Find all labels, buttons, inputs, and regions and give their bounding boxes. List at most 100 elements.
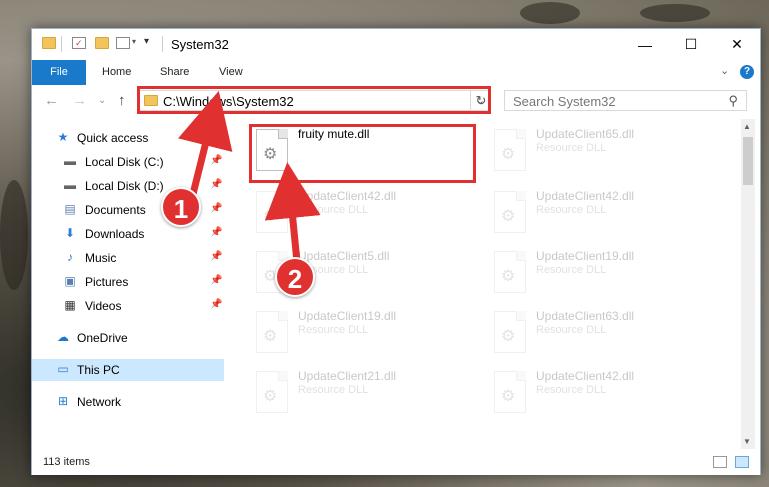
- back-arrow-icon[interactable]: ←: [44, 92, 59, 109]
- address-highlight-box: [137, 86, 491, 114]
- search-icon[interactable]: ⚲: [728, 93, 738, 109]
- file-item[interactable]: ⚙ UpdateClient63.dll Resource DLL: [488, 307, 718, 361]
- file-name: UpdateClient65.dll: [536, 127, 635, 141]
- dll-file-icon: ⚙: [256, 311, 288, 353]
- sidebar-item-label: Network: [77, 395, 122, 409]
- file-item[interactable]: ⚙ UpdateClient19.dll Resource DLL: [250, 307, 480, 361]
- sidebar-item-label: Videos: [85, 299, 122, 313]
- file-type: Resource DLL: [536, 324, 607, 336]
- status-bar: 113 items: [32, 449, 760, 475]
- sidebar-item-this-pc[interactable]: ▭ This PC: [32, 359, 224, 381]
- search-placeholder: Search System32: [513, 94, 616, 109]
- window-title: System32: [171, 37, 229, 52]
- navigation-pane: ★ Quick access ▬ Local Disk (C:) 📌 ▬ Loc…: [32, 119, 228, 449]
- sidebar-item-music[interactable]: ♪ Music 📌: [32, 247, 224, 269]
- dll-file-icon: ⚙: [256, 371, 288, 413]
- sidebar-item-label: OneDrive: [77, 331, 128, 345]
- music-note-icon: ♪: [67, 250, 73, 264]
- background-spot: [640, 4, 710, 22]
- file-name: UpdateClient21.dll: [298, 369, 397, 383]
- search-input[interactable]: Search System32 ⚲: [504, 90, 747, 111]
- file-item[interactable]: ⚙ UpdateClient21.dll Resource DLL: [250, 367, 480, 421]
- tab-view[interactable]: View: [215, 60, 247, 85]
- forward-arrow-icon[interactable]: →: [72, 92, 87, 109]
- sidebar-item-onedrive[interactable]: ☁ OneDrive: [32, 327, 224, 349]
- sidebar-item-network[interactable]: ⊞ Network: [32, 391, 224, 413]
- sidebar-item-downloads[interactable]: ⬇ Downloads 📌: [32, 223, 224, 245]
- pin-icon[interactable]: 📌: [210, 155, 222, 166]
- divider: [61, 36, 62, 52]
- dll-file-icon: ⚙: [494, 371, 526, 413]
- pin-icon[interactable]: 📌: [210, 227, 222, 238]
- tab-file[interactable]: File: [32, 60, 86, 85]
- sidebar-item-pictures[interactable]: ▣ Pictures 📌: [32, 271, 224, 293]
- sidebar-item-label: This PC: [77, 363, 120, 377]
- sidebar-item-quick-access[interactable]: ★ Quick access: [32, 127, 224, 149]
- dll-file-icon: ⚙: [494, 311, 526, 353]
- file-type: Resource DLL: [536, 142, 607, 154]
- sidebar-item-label: Quick access: [77, 131, 149, 145]
- dll-file-icon: ⚙: [494, 129, 526, 171]
- close-button[interactable]: ✕: [714, 29, 760, 60]
- file-type: Resource DLL: [536, 204, 607, 216]
- maximize-button[interactable]: ☐: [668, 29, 714, 60]
- sidebar-item-label: Local Disk (D:): [85, 179, 164, 193]
- chevron-down-icon[interactable]: ▾: [132, 37, 136, 46]
- file-type: Resource DLL: [298, 204, 369, 216]
- step-badge-2: 2: [275, 257, 315, 297]
- pin-icon[interactable]: 📌: [210, 203, 222, 214]
- customize-toolbar-icon[interactable]: [116, 37, 130, 49]
- pin-icon[interactable]: 📌: [210, 299, 222, 310]
- file-highlight-box: [249, 124, 476, 183]
- details-view-icon[interactable]: [713, 456, 727, 468]
- file-item[interactable]: ⚙ UpdateClient19.dll Resource DLL: [488, 247, 718, 301]
- divider: [162, 36, 163, 52]
- sidebar-item-videos[interactable]: ▦ Videos 📌: [32, 295, 224, 317]
- star-icon: ★: [57, 130, 69, 144]
- file-item[interactable]: ⚙ UpdateClient42.dll Resource DLL: [488, 367, 718, 421]
- file-name: UpdateClient19.dll: [536, 249, 635, 263]
- download-arrow-icon: ⬇: [64, 226, 76, 240]
- expand-ribbon-icon[interactable]: ⌄: [720, 64, 729, 77]
- file-name: UpdateClient42.dll: [536, 189, 635, 203]
- dropdown-arrow-icon[interactable]: ▾: [144, 36, 149, 47]
- dll-file-icon: ⚙: [494, 251, 526, 293]
- up-arrow-icon[interactable]: ↑: [118, 92, 126, 109]
- file-name: UpdateClient63.dll: [536, 309, 635, 323]
- tab-home[interactable]: Home: [98, 60, 135, 85]
- file-type: Resource DLL: [536, 384, 607, 396]
- scroll-up-icon[interactable]: ▲: [743, 122, 751, 131]
- file-name: UpdateClient19.dll: [298, 309, 397, 323]
- pin-icon[interactable]: 📌: [210, 251, 222, 262]
- new-folder-icon[interactable]: [95, 37, 109, 49]
- drive-icon: ▬: [64, 154, 76, 168]
- computer-icon: ▭: [57, 362, 69, 376]
- film-icon: ▦: [64, 298, 76, 312]
- recent-locations-icon[interactable]: ⌄: [98, 95, 106, 106]
- properties-icon[interactable]: ✓: [72, 37, 86, 49]
- title-bar: ✓ ▾ ▾ System32 — ☐ ✕: [32, 29, 760, 60]
- scroll-thumb[interactable]: [743, 137, 753, 185]
- sidebar-item-label: Downloads: [85, 227, 145, 241]
- vertical-scrollbar[interactable]: ▲ ▼: [741, 119, 755, 449]
- large-icons-view-icon[interactable]: [735, 456, 749, 468]
- file-item[interactable]: ⚙ UpdateClient42.dll Resource DLL: [488, 187, 718, 241]
- sidebar-item-local-disk-c[interactable]: ▬ Local Disk (C:) 📌: [32, 151, 224, 173]
- scroll-down-icon[interactable]: ▼: [743, 437, 751, 446]
- file-name: UpdateClient5.dll: [298, 249, 390, 263]
- file-item[interactable]: ⚙ UpdateClient65.dll Resource DLL: [488, 125, 718, 179]
- file-type: Resource DLL: [298, 384, 369, 396]
- document-icon: ▤: [64, 202, 76, 216]
- pin-icon[interactable]: 📌: [210, 275, 222, 286]
- picture-icon: ▣: [64, 274, 76, 288]
- file-item[interactable]: ⚙ UpdateClient42.dll Resource DLL: [250, 187, 480, 241]
- help-icon[interactable]: ?: [740, 65, 754, 79]
- sidebar-item-label: Documents: [85, 203, 146, 217]
- dll-file-icon: ⚙: [256, 191, 288, 233]
- pin-icon[interactable]: 📌: [210, 179, 222, 190]
- tab-share[interactable]: Share: [156, 60, 193, 85]
- file-type: Resource DLL: [536, 264, 607, 276]
- background-spot: [520, 2, 580, 24]
- minimize-button[interactable]: —: [622, 29, 668, 60]
- sidebar-item-label: Pictures: [85, 275, 129, 289]
